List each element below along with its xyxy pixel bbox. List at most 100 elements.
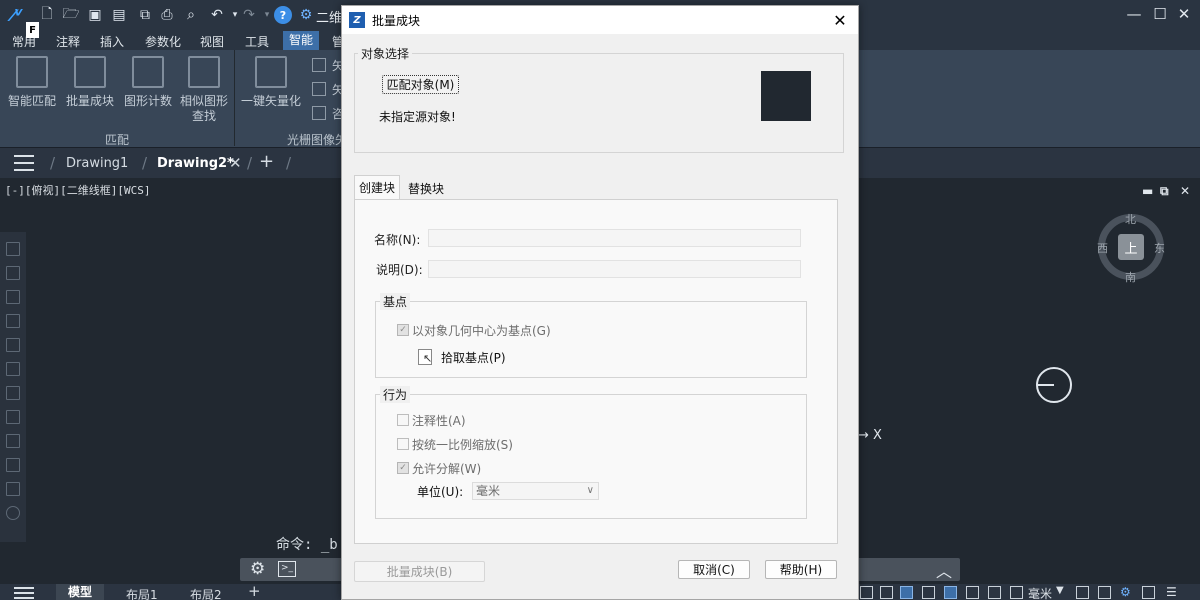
tool-icon-9[interactable] bbox=[6, 434, 20, 448]
tool-icon-5[interactable] bbox=[6, 338, 20, 352]
layout-tab-model[interactable]: 模型 bbox=[56, 584, 105, 600]
allow-explode-checkbox[interactable]: ✓ bbox=[397, 462, 409, 474]
snap-icon[interactable] bbox=[860, 586, 873, 599]
tool-icon-8[interactable] bbox=[6, 410, 20, 424]
center-basepoint-checkbox[interactable]: ✓ bbox=[397, 324, 409, 336]
tab-tools[interactable]: 工具 bbox=[245, 33, 269, 50]
workspace-switch-icon[interactable] bbox=[1098, 586, 1111, 599]
app-logo-icon[interactable]: ⁄ⱽ bbox=[8, 6, 26, 25]
new-file-icon[interactable]: 🗋 bbox=[38, 6, 56, 24]
status-menu-icon[interactable]: ☰ bbox=[1166, 585, 1177, 599]
description-input[interactable] bbox=[428, 260, 801, 278]
tool-icon-10[interactable] bbox=[6, 458, 20, 472]
command-terminal-icon[interactable]: >_ bbox=[278, 561, 296, 577]
maximize-icon[interactable]: ☐ bbox=[1148, 2, 1172, 26]
command-settings-icon[interactable]: ⚙ bbox=[250, 559, 265, 579]
close-tab-icon[interactable]: ✕ bbox=[229, 154, 242, 172]
compass-west: 西 bbox=[1097, 242, 1108, 255]
print-preview-icon[interactable]: ⌕ bbox=[182, 6, 200, 24]
units-icon[interactable] bbox=[1010, 586, 1023, 599]
tab-view[interactable]: 视图 bbox=[200, 33, 224, 50]
shape-count-button[interactable]: 图形计数 bbox=[120, 54, 176, 124]
viewport-close-icon[interactable]: ✕ bbox=[1180, 184, 1190, 198]
units-dropdown-icon[interactable]: ▼ bbox=[1056, 585, 1064, 596]
add-tab-button[interactable]: + bbox=[259, 151, 274, 172]
doc-tab-drawing1[interactable]: Drawing1 bbox=[66, 156, 128, 171]
unit-label: 单位(U): bbox=[417, 485, 464, 499]
units-label[interactable]: 毫米 bbox=[1028, 585, 1052, 600]
tool-icon-2[interactable] bbox=[6, 266, 20, 280]
save-icon[interactable]: ▣ bbox=[86, 6, 104, 24]
selection-icon[interactable] bbox=[988, 586, 1001, 599]
help-icon[interactable]: ? bbox=[274, 6, 292, 24]
tool-icon-4[interactable] bbox=[6, 314, 20, 328]
tool-icon-3[interactable] bbox=[6, 290, 20, 304]
chevron-up-icon[interactable]: ︿ bbox=[936, 558, 952, 582]
redo-icon[interactable]: ↷ bbox=[240, 6, 258, 24]
menu-icon[interactable] bbox=[14, 155, 34, 171]
add-layout-button[interactable]: + bbox=[248, 584, 261, 600]
tab-annotate[interactable]: 注释 bbox=[56, 33, 80, 50]
tab-create-block[interactable]: 创建块 bbox=[354, 175, 401, 199]
viewport-restore-icon[interactable]: ⧉ bbox=[1160, 184, 1169, 199]
gear-icon[interactable]: ⚙ bbox=[297, 6, 315, 24]
tool-gear-icon[interactable] bbox=[6, 506, 20, 520]
vectorize-icon bbox=[255, 56, 287, 88]
layout-tab-1[interactable]: 布局1 bbox=[126, 586, 158, 600]
help-button[interactable]: 帮助(H) bbox=[765, 560, 837, 579]
ortho-icon[interactable] bbox=[880, 586, 893, 599]
viewport-label[interactable]: [-][俯视][二维线框][WCS] bbox=[5, 182, 150, 198]
dialog-title-bar[interactable]: Z 批量成块 ✕ bbox=[342, 6, 858, 34]
match-object-button[interactable]: 匹配对象(M) bbox=[382, 75, 459, 94]
annotative-checkbox[interactable] bbox=[397, 414, 409, 426]
tool-icon-11[interactable] bbox=[6, 482, 20, 496]
doc-tab-drawing2[interactable]: Drawing2* bbox=[157, 156, 234, 171]
dialog-close-icon[interactable]: ✕ bbox=[828, 8, 852, 32]
lineweight-icon[interactable] bbox=[922, 586, 935, 599]
workspace-label[interactable]: 二维 bbox=[316, 7, 342, 26]
batch-block-submit-button[interactable]: 批量成块(B) bbox=[354, 561, 485, 582]
tool-icon-1[interactable] bbox=[6, 242, 20, 256]
uniform-scale-checkbox[interactable] bbox=[397, 438, 409, 450]
undo-icon[interactable]: ↶ bbox=[208, 6, 226, 24]
pick-point-icon[interactable] bbox=[418, 349, 432, 365]
layout-tab-2[interactable]: 布局2 bbox=[190, 586, 222, 600]
batch-block-button[interactable]: 批量成块 bbox=[62, 54, 118, 124]
print-icon[interactable]: ⎙ bbox=[158, 6, 176, 24]
polar-icon[interactable] bbox=[900, 586, 913, 599]
unit-select[interactable]: 毫米 ∨ bbox=[472, 482, 599, 500]
minimize-icon[interactable]: — bbox=[1122, 2, 1146, 26]
source-status-text: 未指定源对象! bbox=[379, 110, 456, 124]
save-as-icon[interactable]: ▤ bbox=[110, 6, 128, 24]
consult-icon[interactable] bbox=[312, 106, 326, 120]
annotation-icon[interactable] bbox=[1076, 586, 1089, 599]
vector-tool-icon-2[interactable] bbox=[312, 82, 326, 96]
osnap-icon[interactable] bbox=[944, 586, 957, 599]
cancel-button[interactable]: 取消(C) bbox=[678, 560, 750, 579]
compass-south: 南 bbox=[1125, 271, 1136, 284]
tool-icon-6[interactable] bbox=[6, 362, 20, 376]
dialog-app-icon: Z bbox=[349, 12, 365, 28]
pick-basepoint-button[interactable]: 拾取基点(P) bbox=[441, 349, 506, 366]
group-label-raster: 光栅图像矢 bbox=[287, 133, 348, 147]
tab-smart[interactable]: 智能 bbox=[283, 31, 320, 50]
close-icon[interactable]: ✕ bbox=[1172, 2, 1196, 26]
vector-tool-icon[interactable] bbox=[312, 58, 326, 72]
tab-parametric[interactable]: 参数化 bbox=[145, 33, 181, 50]
tab-insert[interactable]: 插入 bbox=[100, 33, 124, 50]
tab-replace-block[interactable]: 替换块 bbox=[404, 177, 448, 199]
vectorize-button[interactable]: 一键矢量化 bbox=[240, 54, 302, 124]
status-gear-icon[interactable]: ⚙ bbox=[1120, 585, 1131, 599]
layout-menu-icon[interactable] bbox=[14, 587, 34, 599]
name-input[interactable] bbox=[428, 229, 801, 247]
fullscreen-icon[interactable] bbox=[1142, 586, 1155, 599]
open-folder-icon[interactable]: 🗁 bbox=[62, 6, 80, 24]
view-cube-top[interactable]: 上 bbox=[1118, 234, 1144, 260]
block-preview bbox=[761, 71, 811, 121]
similar-shape-button[interactable]: 相似图形 查找 bbox=[176, 54, 232, 124]
tool-icon-7[interactable] bbox=[6, 386, 20, 400]
viewport-minimize-icon[interactable]: ▬ bbox=[1142, 184, 1153, 198]
copy-icon[interactable]: ⧉ bbox=[136, 6, 154, 24]
dyn-input-icon[interactable] bbox=[966, 586, 979, 599]
smart-match-button[interactable]: 智能匹配 bbox=[4, 54, 60, 124]
